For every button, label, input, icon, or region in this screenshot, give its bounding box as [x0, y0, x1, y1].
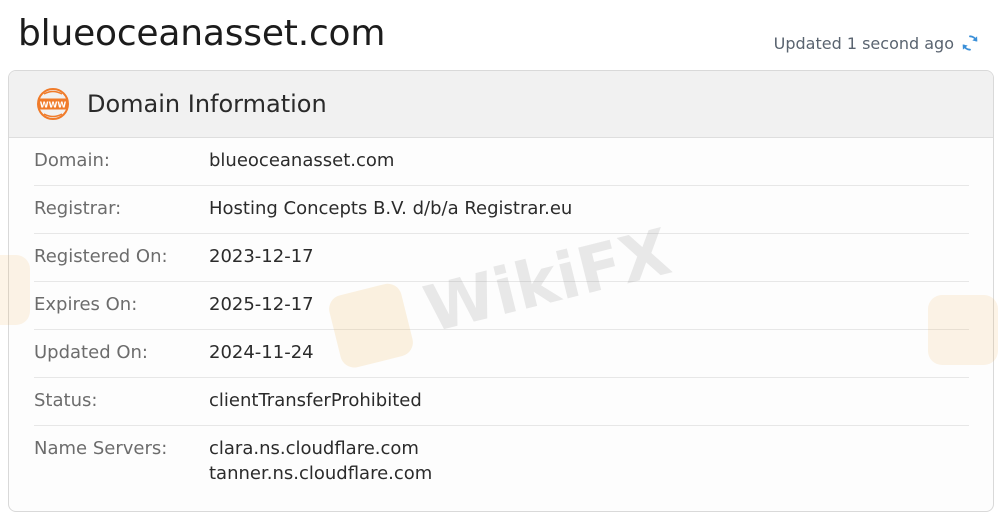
row-label: Registrar:	[34, 198, 122, 219]
info-row-status: Status: clientTransferProhibited	[34, 378, 969, 426]
row-value: blueoceanasset.com	[209, 150, 395, 171]
page: blueoceanasset.com Updated 1 second ago …	[0, 0, 998, 515]
info-row-registrar: Registrar: Hosting Concepts B.V. d/b/a R…	[34, 186, 969, 234]
row-label: Updated On:	[34, 342, 148, 363]
info-row-domain: Domain: blueoceanasset.com	[34, 138, 969, 186]
name-server: clara.ns.cloudflare.com	[209, 438, 419, 459]
row-value: 2025-12-17	[209, 294, 314, 315]
row-label: Registered On:	[34, 246, 168, 267]
row-value: clara.ns.cloudflare.com tanner.ns.cloudf…	[209, 438, 432, 488]
card-header: WWW Domain Information	[9, 71, 993, 138]
row-label: Domain:	[34, 150, 110, 171]
page-title: blueoceanasset.com	[18, 13, 386, 54]
row-label: Status:	[34, 390, 98, 411]
row-value: 2023-12-17	[209, 246, 314, 267]
www-icon: WWW	[37, 88, 69, 120]
row-label: Name Servers:	[34, 438, 168, 459]
name-server: tanner.ns.cloudflare.com	[209, 463, 433, 484]
www-icon-text: WWW	[40, 101, 67, 110]
update-status: Updated 1 second ago	[774, 33, 980, 53]
row-value: Hosting Concepts B.V. d/b/a Registrar.eu	[209, 198, 573, 219]
updated-text: Updated 1 second ago	[773, 33, 954, 53]
info-row-registered-on: Registered On: 2023-12-17	[34, 234, 969, 282]
info-row-name-servers: Name Servers: clara.ns.cloudflare.com ta…	[34, 426, 969, 506]
domain-info-card: WWW Domain Information Domain: blueocean…	[8, 70, 994, 512]
row-value: clientTransferProhibited	[209, 390, 422, 411]
row-label: Expires On:	[34, 294, 138, 315]
info-row-expires-on: Expires On: 2025-12-17	[34, 282, 969, 330]
info-row-updated-on: Updated On: 2024-11-24	[34, 330, 969, 378]
info-rows: Domain: blueoceanasset.com Registrar: Ho…	[34, 138, 969, 506]
card-title: Domain Information	[87, 90, 327, 118]
refresh-icon[interactable]	[960, 33, 980, 53]
row-value: 2024-11-24	[209, 342, 314, 363]
